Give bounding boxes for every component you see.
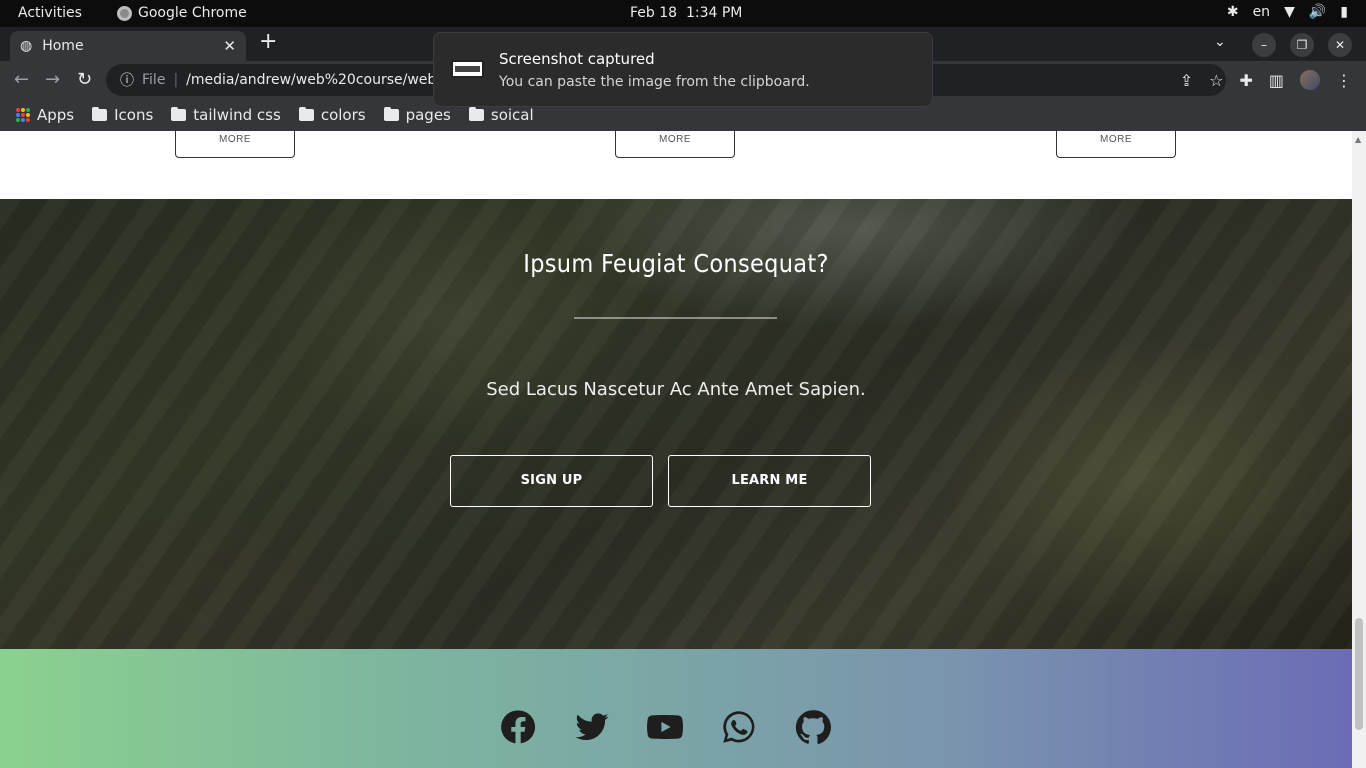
activities-button[interactable]: Activities xyxy=(18,5,82,21)
bookmark-label: Apps xyxy=(37,106,75,124)
tab-title: Home xyxy=(42,38,84,54)
folder-icon xyxy=(92,107,108,121)
time: 1:34 PM xyxy=(685,5,743,21)
window-controls: – ❐ ✕ xyxy=(1252,33,1352,57)
menu-icon[interactable]: ⋮ xyxy=(1336,71,1352,90)
screenshot-thumbnail-icon xyxy=(451,60,484,78)
forward-icon[interactable]: → xyxy=(45,69,60,90)
scrollbar-thumb[interactable] xyxy=(1355,618,1363,730)
minimize-button[interactable]: – xyxy=(1252,33,1276,57)
reload-icon[interactable]: ↻ xyxy=(77,69,92,90)
folder-icon xyxy=(171,107,187,121)
divider xyxy=(574,317,777,319)
folder-icon xyxy=(468,107,484,121)
system-top-bar: Activities Google Chrome Feb 18 1:34 PM … xyxy=(0,0,1366,27)
url-text: /media/andrew/web%20course/web/Pr xyxy=(186,72,455,88)
close-window-button[interactable]: ✕ xyxy=(1328,33,1352,57)
battery-icon: ▮ xyxy=(1340,4,1348,20)
url-scheme: File xyxy=(142,72,166,88)
bookmark-label: pages xyxy=(405,106,451,124)
wifi-icon: ▼ xyxy=(1284,4,1295,20)
slack-icon: ✱ xyxy=(1226,4,1239,20)
chrome-icon xyxy=(117,5,132,21)
folder-icon xyxy=(383,107,399,121)
back-icon[interactable]: ← xyxy=(14,69,29,90)
notification-title: Screenshot captured xyxy=(499,50,655,68)
globe-icon: ◍ xyxy=(20,38,33,54)
screenshot-notification[interactable]: Screenshot captured You can paste the im… xyxy=(433,32,933,107)
language-indicator[interactable]: en xyxy=(1253,4,1271,20)
app-name: Google Chrome xyxy=(138,5,247,21)
cta-section: Ipsum Feugiat Consequat? Sed Lacus Nasce… xyxy=(0,199,1352,649)
bookmark-pages[interactable]: pages xyxy=(383,106,451,124)
bookmark-label: tailwind css xyxy=(193,106,281,124)
new-tab-button[interactable]: + xyxy=(259,30,277,54)
tab-close-icon[interactable]: ✕ xyxy=(223,37,236,55)
bookmark-apps[interactable]: Apps xyxy=(16,106,74,124)
profile-avatar[interactable] xyxy=(1300,70,1320,90)
notification-body: You can paste the image from the clipboa… xyxy=(499,74,810,90)
learn-me-button[interactable]: LEARN ME xyxy=(668,455,871,507)
date: Feb 18 xyxy=(630,5,678,21)
toolbar-actions: ⇪ ☆ ✚ ▥ ⋮ xyxy=(1180,70,1352,90)
url-separator: | xyxy=(173,72,179,88)
bookmark-label: soical xyxy=(490,106,534,124)
bookmark-colors[interactable]: colors xyxy=(298,106,366,124)
share-icon[interactable]: ⇪ xyxy=(1180,71,1193,90)
more-button[interactable]: MORE xyxy=(175,131,295,158)
bookmark-tailwind[interactable]: tailwind css xyxy=(171,106,281,124)
bookmark-label: colors xyxy=(320,106,366,124)
bookmark-label: Icons xyxy=(114,106,154,124)
extensions-icon[interactable]: ✚ xyxy=(1239,71,1252,90)
tab-search-chevron-icon[interactable]: ⌄ xyxy=(1214,34,1226,50)
cta-title: Ipsum Feugiat Consequat? xyxy=(523,249,829,278)
github-icon[interactable] xyxy=(795,709,831,745)
more-button[interactable]: MORE xyxy=(1056,131,1176,158)
cta-subtitle: Sed Lacus Nascetur Ac Ante Amet Sapien. xyxy=(486,379,866,400)
maximize-button[interactable]: ❐ xyxy=(1290,33,1314,57)
tab-home[interactable]: ◍ Home ✕ xyxy=(10,31,246,61)
page-viewport: MORE MORE MORE Ipsum Feugiat Consequat? … xyxy=(0,131,1352,768)
apps-grid-icon xyxy=(16,108,30,122)
cards-section: MORE MORE MORE xyxy=(0,131,1352,199)
side-panel-icon[interactable]: ▥ xyxy=(1269,71,1284,90)
clock[interactable]: Feb 18 1:34 PM xyxy=(630,5,742,21)
sign-up-button[interactable]: SIGN UP xyxy=(450,455,653,507)
whatsapp-icon[interactable] xyxy=(721,709,757,745)
app-menu[interactable]: Google Chrome xyxy=(117,5,247,21)
bookmark-icons[interactable]: Icons xyxy=(92,106,153,124)
facebook-icon[interactable] xyxy=(500,709,536,745)
twitter-icon[interactable] xyxy=(574,709,610,745)
bookmark-soical[interactable]: soical xyxy=(468,106,534,124)
folder-icon xyxy=(298,107,314,121)
bookmark-star-icon[interactable]: ☆ xyxy=(1209,71,1223,90)
more-button[interactable]: MORE xyxy=(615,131,735,158)
scroll-up-icon[interactable]: ▲ xyxy=(1355,135,1361,144)
system-tray[interactable]: ✱ en ▼ 🔊 ▮ xyxy=(1227,4,1348,20)
youtube-icon[interactable] xyxy=(647,709,683,745)
footer xyxy=(0,649,1352,768)
info-icon[interactable]: ⓘ xyxy=(120,70,134,90)
volume-icon: 🔊 xyxy=(1308,4,1327,20)
page-scrollbar[interactable]: ▲ xyxy=(1352,131,1366,768)
